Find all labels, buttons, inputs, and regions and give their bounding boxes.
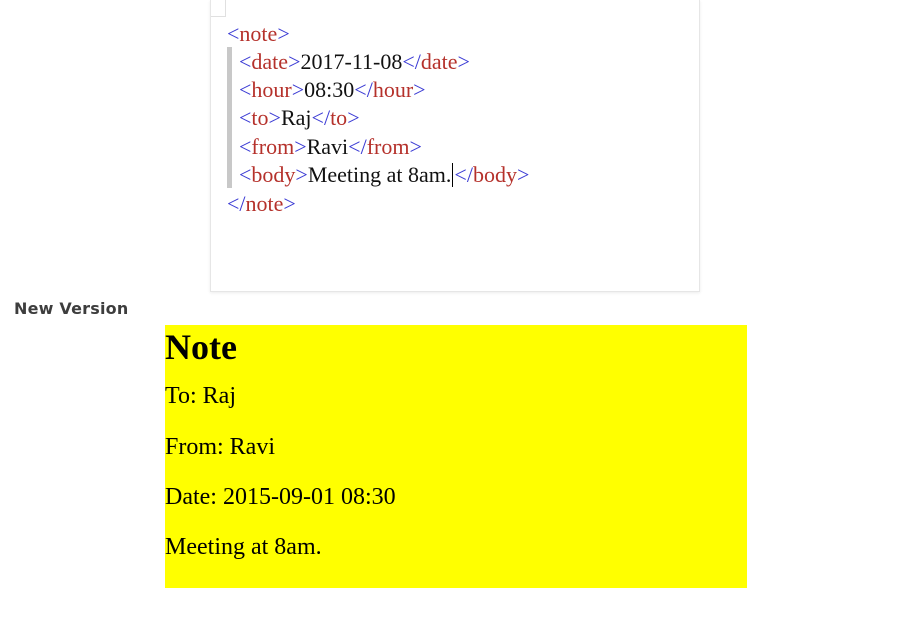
code-line-note-open[interactable]: <note>	[227, 20, 290, 48]
bracket: >	[277, 21, 290, 46]
tag-name: note	[245, 191, 284, 216]
note-date: Date: 2015-09-01 08:30	[165, 484, 396, 510]
note-title: Note	[165, 327, 237, 367]
code-line-date[interactable]: <date>2017-11-08</date>	[239, 48, 470, 76]
tag-name-to: to	[251, 105, 269, 130]
bracket: >	[283, 191, 296, 216]
from-value: Ravi	[306, 134, 349, 159]
tag-name-date: date	[251, 49, 289, 74]
to-value: Raj	[280, 105, 312, 130]
tag-name-hour: hour	[251, 77, 292, 102]
hour-value: 08:30	[304, 77, 355, 102]
editor-tab-notch	[211, 0, 226, 17]
xml-editor-panel[interactable]: <note> <date>2017-11-08</date> <hour>08:…	[210, 0, 700, 292]
code-line-body[interactable]: <body>Meeting at 8am. </body>	[239, 161, 529, 189]
code-line-note-close[interactable]: </note>	[227, 190, 296, 218]
bracket: <	[227, 21, 240, 46]
tag-name-from: from	[251, 134, 295, 159]
section-label-new-version: New Version	[14, 299, 129, 318]
code-line-hour[interactable]: <hour>08:30</hour>	[239, 76, 426, 104]
tag-name: note	[239, 21, 278, 46]
note-preview: Note To: Raj From: Ravi Date: 2015-09-01…	[165, 325, 747, 588]
tag-name-body: body	[251, 162, 296, 187]
bracket: </	[227, 191, 246, 216]
code-line-to[interactable]: <to>Raj</to>	[239, 104, 360, 132]
date-value: 2017-11-08	[300, 49, 403, 74]
code-line-from[interactable]: <from>Ravi</from>	[239, 133, 422, 161]
note-body: Meeting at 8am.	[165, 534, 322, 560]
body-value: Meeting at 8am.	[307, 162, 452, 187]
note-to: To: Raj	[165, 383, 236, 409]
indent-guide	[227, 47, 232, 188]
note-from: From: Ravi	[165, 434, 276, 460]
